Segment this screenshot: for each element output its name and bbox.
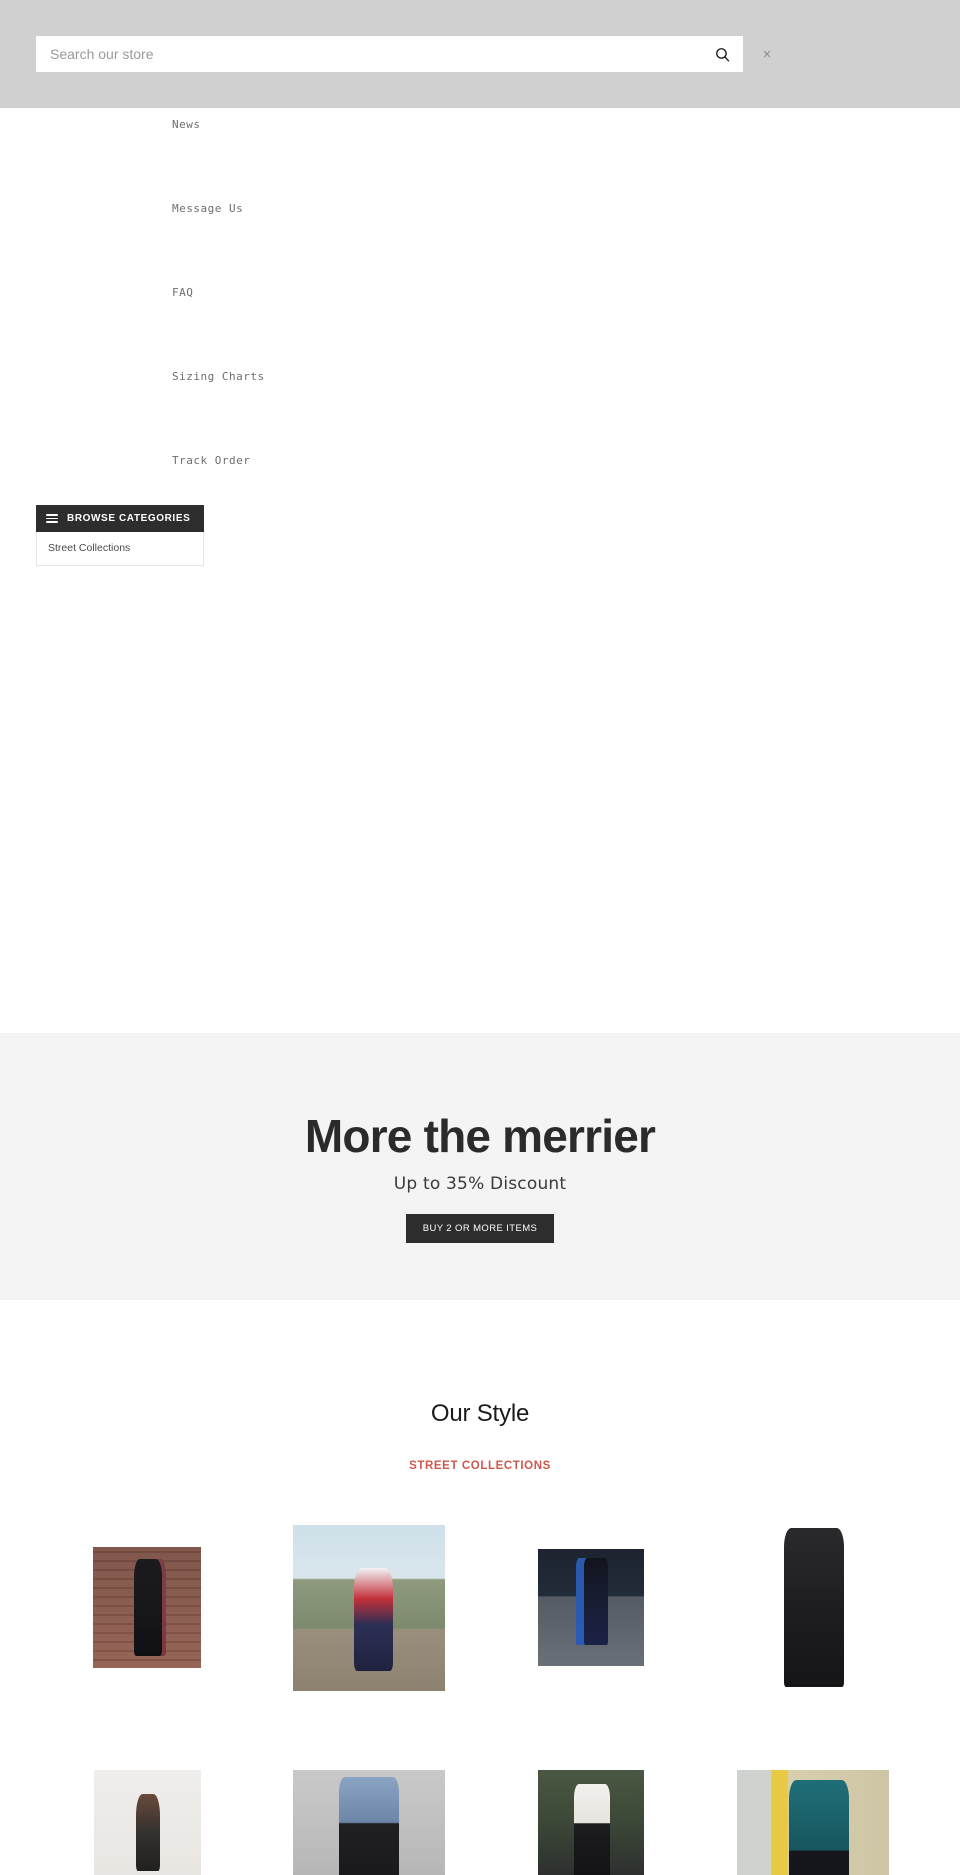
product-image[interactable] [538,1770,644,1875]
product-cell[interactable] [258,1500,480,1715]
product-cell[interactable] [702,1500,924,1715]
promo-banner: More the merrier Up to 35% Discount BUY … [0,1033,960,1300]
product-grid-row-2 [36,1770,924,1875]
our-style-title: Our Style [430,1400,530,1427]
promo-subtitle: Up to 35% Discount [393,1174,567,1194]
our-style-subtitle: STREET COLLECTIONS [409,1460,551,1472]
product-cell[interactable] [480,1770,702,1875]
product-cell[interactable] [480,1500,702,1715]
product-cell[interactable] [702,1770,924,1875]
nav-item-message-us[interactable]: Message Us [172,202,243,215]
search-form[interactable] [36,36,743,72]
search-close-button[interactable]: × [757,44,777,64]
hamburger-icon [46,514,58,523]
primary-nav: News Message Us FAQ Sizing Charts Track … [0,108,960,488]
product-cell[interactable] [258,1770,480,1875]
product-image[interactable] [538,1549,644,1666]
product-image[interactable] [93,1547,201,1668]
product-cell[interactable] [36,1500,258,1715]
promo-cta-button[interactable]: BUY 2 OR MORE ITEMS [405,1214,555,1243]
browse-category-street-collections[interactable]: Street Collections [48,541,192,555]
product-image[interactable] [293,1524,445,1691]
browse-categories-panel: BROWSE CATEGORIES Street Collections [36,505,204,566]
promo-title: More the merrier [304,1110,656,1162]
page-root: × News Message Us FAQ Sizing Charts Trac… [0,0,960,1875]
search-drawer: × [0,0,960,108]
product-cell[interactable] [36,1770,258,1875]
nav-item-faq[interactable]: FAQ [172,286,193,299]
browse-categories-label: BROWSE CATEGORIES [67,513,191,524]
browse-categories-toggle[interactable]: BROWSE CATEGORIES [36,505,204,532]
search-submit-button[interactable] [701,36,743,72]
product-image[interactable] [293,1770,445,1875]
browse-categories-list: Street Collections [36,532,204,566]
nav-item-track-order[interactable]: Track Order [172,454,250,467]
product-image[interactable] [93,1770,201,1875]
product-image[interactable] [737,1770,889,1875]
product-grid-row-1 [36,1500,924,1715]
nav-item-news[interactable]: News [172,118,201,131]
nav-item-sizing-charts[interactable]: Sizing Charts [172,370,265,383]
product-image[interactable] [747,1525,879,1690]
search-icon [715,47,729,62]
hero-section: Street Co [0,560,960,1030]
search-input[interactable] [36,36,701,72]
